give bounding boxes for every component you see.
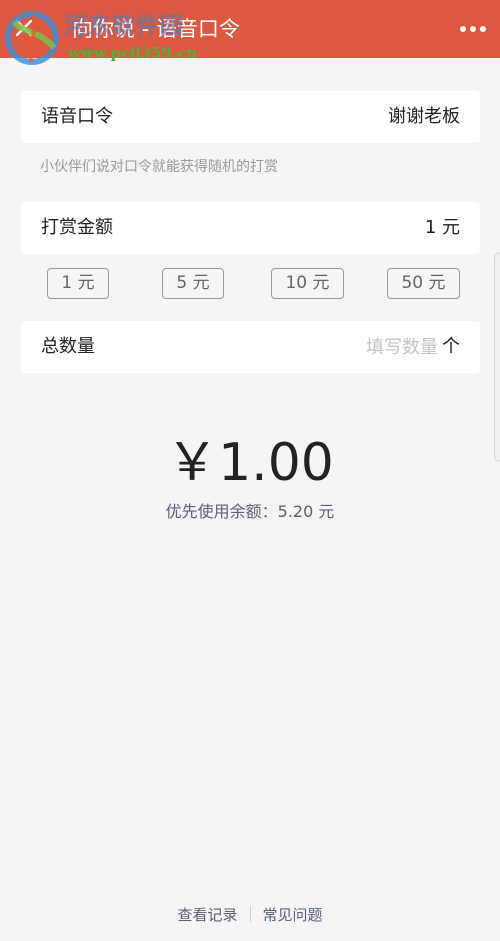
count-input[interactable] <box>318 321 438 373</box>
watermark-url: www.pc0359.cn <box>68 44 198 62</box>
amount-chip-5[interactable]: 5 元 <box>162 268 224 299</box>
count-unit: 个 <box>442 336 460 357</box>
watermark-cn-text: 河东软件园 <box>64 13 184 39</box>
footer-links: 查看记录 常见问题 <box>0 903 500 925</box>
count-row: 总数量 个 <box>21 321 480 373</box>
command-row[interactable]: 语音口令 谢谢老板 <box>21 91 480 143</box>
total-amount: ￥1.00 <box>166 433 334 493</box>
balance-note: 优先使用余额：5.20 元 <box>165 502 335 521</box>
amount-chip-1[interactable]: 1 元 <box>47 268 109 299</box>
amount-label: 打赏金额 <box>41 217 113 238</box>
reward-page: 向你说 - 语音口令 河东软件园 www.pc0359.cn 语音口令 谢谢老板… <box>0 0 500 941</box>
more-dots-icon <box>460 26 466 32</box>
footer-divider <box>249 906 251 922</box>
more-button[interactable] <box>460 22 486 36</box>
faq-link[interactable]: 常见问题 <box>263 904 323 925</box>
command-hint: 小伙伴们说对口令就能获得随机的打赏 <box>40 159 278 175</box>
amount-value: 1 元 <box>424 217 460 238</box>
amount-chips: 1 元 5 元 10 元 50 元 <box>0 268 500 299</box>
watermark-logo <box>5 11 59 65</box>
command-label: 语音口令 <box>41 106 113 127</box>
amount-chip-10[interactable]: 10 元 <box>271 268 344 299</box>
amount-row[interactable]: 打赏金额 1 元 <box>21 202 480 254</box>
amount-chip-50[interactable]: 50 元 <box>387 268 460 299</box>
count-label: 总数量 <box>41 336 95 357</box>
view-records-link[interactable]: 查看记录 <box>177 904 237 925</box>
command-value[interactable]: 谢谢老板 <box>388 91 460 143</box>
side-scroll-handle[interactable] <box>494 252 500 462</box>
